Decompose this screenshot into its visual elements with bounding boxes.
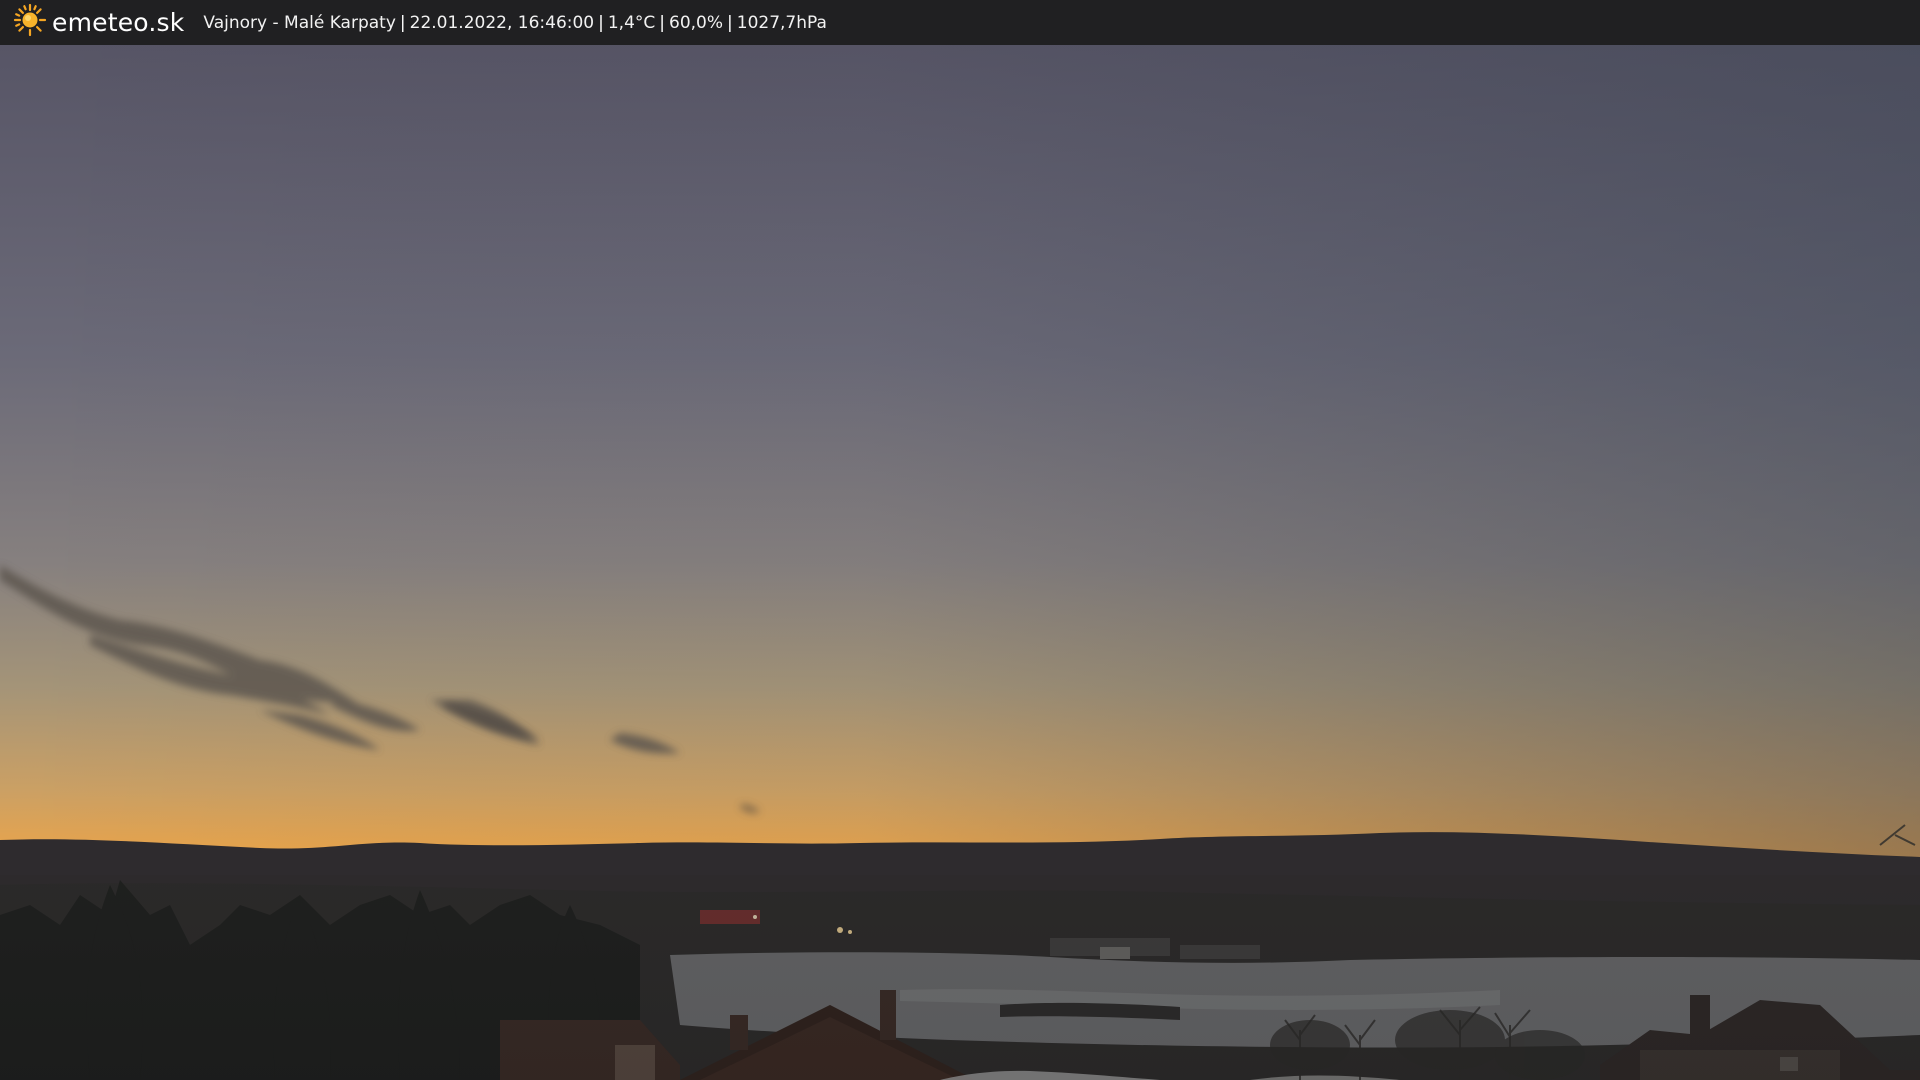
header-bar: emeteo.sk Vajnory - Malé Karpaty | 22.01.2… bbox=[0, 0, 1920, 45]
location-text: Vajnory - Malé Karpaty bbox=[203, 12, 396, 33]
webcam-caption: Vajnory - Malé Karpaty | 22.01.2022, 16:46… bbox=[203, 13, 827, 33]
brand-name: emeteo.sk bbox=[52, 8, 185, 37]
pressure-text: 1027,7hPa bbox=[736, 12, 827, 33]
humidity-text: 60,0% bbox=[669, 12, 724, 33]
webcam-landscape-image bbox=[0, 45, 1920, 1080]
sun-icon bbox=[13, 3, 47, 42]
webcam-frame: emeteo.sk Vajnory - Malé Karpaty | 22.01.2… bbox=[0, 0, 1920, 1080]
separator: | bbox=[727, 12, 733, 33]
separator: | bbox=[659, 12, 665, 33]
datetime-text: 22.01.2022, 16:46:00 bbox=[409, 12, 595, 33]
separator: | bbox=[399, 12, 406, 33]
temperature-text: 1,4°C bbox=[607, 12, 656, 33]
separator: | bbox=[598, 12, 604, 33]
brand-logo[interactable]: emeteo.sk bbox=[13, 3, 184, 42]
